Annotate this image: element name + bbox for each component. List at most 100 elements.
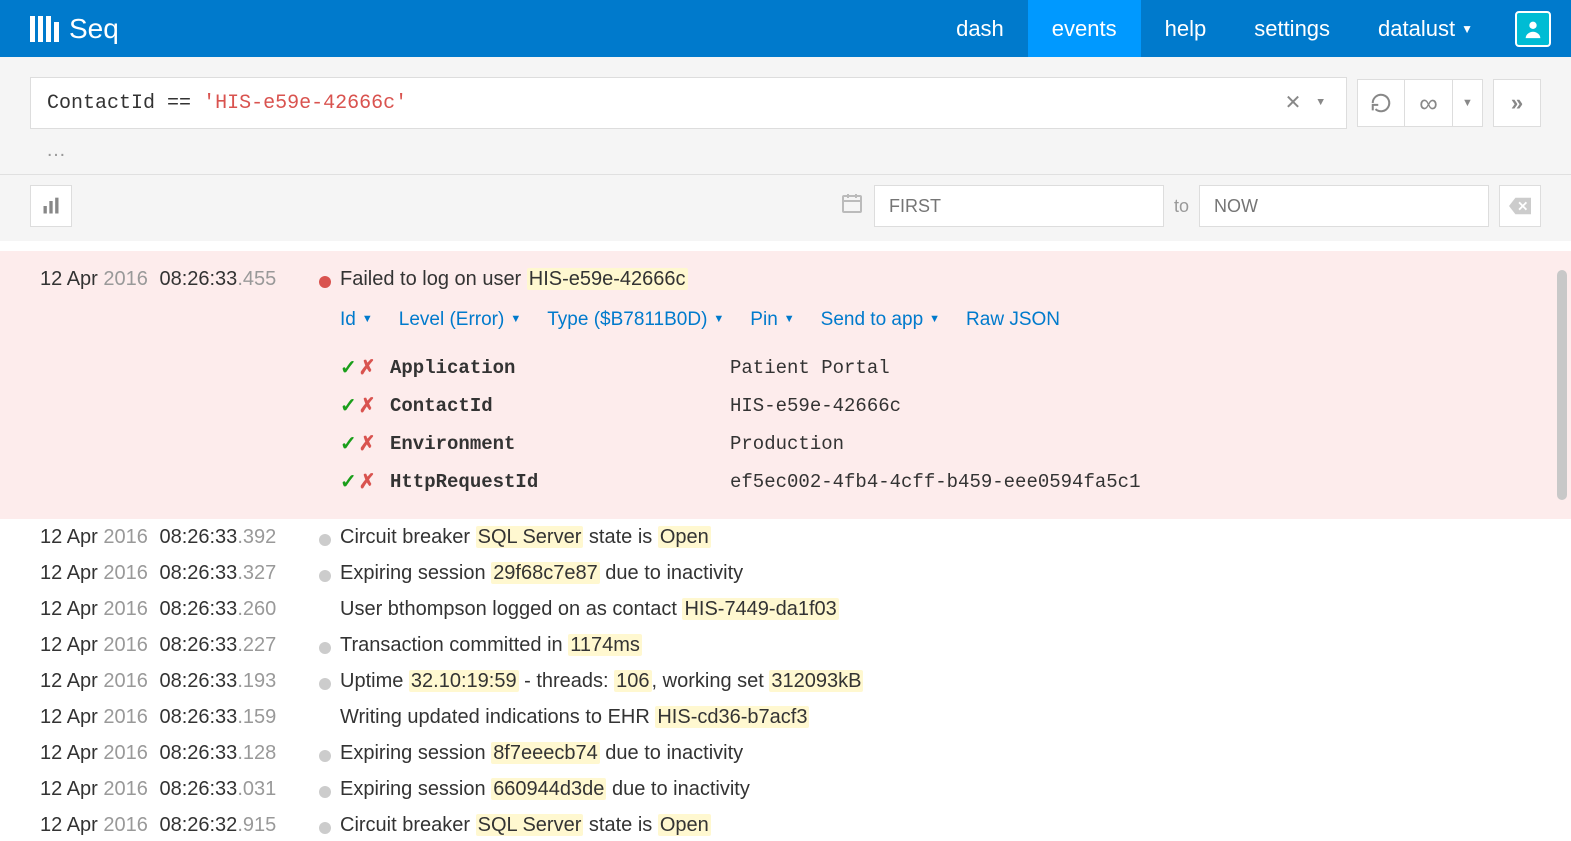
event-row[interactable]: 12 Apr 2016 08:26:33.327 Expiring session… xyxy=(0,555,1571,591)
event-timestamp: 12 Apr 2016 08:26:33.128 xyxy=(40,737,310,769)
property-row: ✓✗ EnvironmentProduction xyxy=(340,425,1541,463)
include-icon[interactable]: ✓ xyxy=(340,428,357,460)
event-row[interactable]: 12 Apr 2016 08:26:33.227 Transaction comm… xyxy=(0,627,1571,663)
property-name: Environment xyxy=(390,429,730,459)
exclude-icon[interactable]: ✗ xyxy=(359,466,376,498)
refresh-dropdown[interactable]: ▼ xyxy=(1453,79,1483,127)
main-nav: dasheventshelpsettingsdatalust▼ xyxy=(932,0,1551,57)
include-icon[interactable]: ✓ xyxy=(340,352,357,384)
range-to-label: to xyxy=(1174,196,1189,217)
property-name: HttpRequestId xyxy=(390,467,730,497)
property-value: HIS-e59e-42666c xyxy=(730,391,901,421)
event-level-dot xyxy=(310,809,340,841)
backspace-icon xyxy=(1509,197,1531,215)
property-name: Application xyxy=(390,353,730,383)
nav-settings[interactable]: settings xyxy=(1230,0,1354,57)
event-level-dot xyxy=(310,557,340,589)
brand-text: Seq xyxy=(69,13,119,45)
property-value: Production xyxy=(730,429,844,459)
event-level-dot xyxy=(310,593,340,625)
event-timestamp: 12 Apr 2016 08:26:33.327 xyxy=(40,557,310,589)
autorefresh-button[interactable]: ∞ xyxy=(1405,79,1453,127)
chevron-down-icon: ▼ xyxy=(929,311,940,329)
exclude-icon[interactable]: ✗ xyxy=(359,352,376,384)
event-timestamp: 12 Apr 2016 08:26:33.455 xyxy=(40,263,310,295)
event-level-dot xyxy=(310,263,340,295)
event-timestamp: 12 Apr 2016 08:26:33.227 xyxy=(40,629,310,661)
scrollbar[interactable] xyxy=(1557,270,1567,500)
include-icon[interactable]: ✓ xyxy=(340,390,357,422)
event-message: Circuit breaker SQL Server state is Open xyxy=(340,521,1541,553)
event-timestamp: 12 Apr 2016 08:26:33.260 xyxy=(40,593,310,625)
chevron-down-icon: ▼ xyxy=(1461,22,1473,36)
meta-level[interactable]: Level (Error)▼ xyxy=(399,305,521,335)
events-list: 12 Apr 2016 08:26:33.455 Failed to log o… xyxy=(0,241,1571,841)
event-level-dot xyxy=(310,701,340,733)
calendar-icon[interactable] xyxy=(840,191,864,222)
chevron-down-icon: ▼ xyxy=(510,311,521,329)
nav-events[interactable]: events xyxy=(1028,0,1141,57)
query-text: ContactId == 'HIS-e59e-42666c' xyxy=(47,92,407,115)
event-meta-bar: Id▼ Level (Error)▼ Type ($B7811B0D)▼ Pin… xyxy=(340,305,1541,335)
expand-panel-button[interactable]: » xyxy=(1493,79,1541,127)
chart-toggle-button[interactable] xyxy=(30,185,72,227)
query-dropdown-icon[interactable]: ▼ xyxy=(1311,97,1330,109)
range-to-input[interactable] xyxy=(1199,185,1489,227)
event-message: Expiring session 660944d3de due to inact… xyxy=(340,773,1541,805)
query-bar: ContactId == 'HIS-e59e-42666c' ✕ ▼ ∞ ▼ »… xyxy=(0,57,1571,175)
event-message: Uptime 32.10:19:59 - threads: 106, worki… xyxy=(340,665,1541,697)
event-row[interactable]: 12 Apr 2016 08:26:33.193 Uptime 32.10:19:… xyxy=(0,663,1571,699)
meta-raw-json[interactable]: Raw JSON xyxy=(966,305,1060,335)
meta-type[interactable]: Type ($B7811B0D)▼ xyxy=(547,305,724,335)
logo[interactable]: Seq xyxy=(30,13,119,45)
event-row[interactable]: 12 Apr 2016 08:26:32.915 Circuit breaker … xyxy=(0,807,1571,841)
logo-icon xyxy=(30,16,59,42)
infinity-icon: ∞ xyxy=(1419,88,1438,119)
chevrons-right-icon: » xyxy=(1511,90,1523,116)
refresh-button[interactable] xyxy=(1357,79,1405,127)
meta-id[interactable]: Id▼ xyxy=(340,305,373,335)
event-level-dot xyxy=(310,773,340,805)
event-row[interactable]: 12 Apr 2016 08:26:33.031 Expiring session… xyxy=(0,771,1571,807)
event-timestamp: 12 Apr 2016 08:26:33.193 xyxy=(40,665,310,697)
range-from-input[interactable] xyxy=(874,185,1164,227)
clear-query-icon[interactable]: ✕ xyxy=(1275,90,1312,116)
event-row-expanded[interactable]: 12 Apr 2016 08:26:33.455 Failed to log o… xyxy=(0,251,1571,519)
event-properties: ✓✗ApplicationPatient Portal✓✗ContactIdHI… xyxy=(340,349,1541,501)
event-row[interactable]: 12 Apr 2016 08:26:33.128Expiring session… xyxy=(0,735,1571,771)
include-icon[interactable]: ✓ xyxy=(340,466,357,498)
event-row[interactable]: 12 Apr 2016 08:26:33.159 Writing updated … xyxy=(0,699,1571,735)
property-row: ✓✗ ContactIdHIS-e59e-42666c xyxy=(340,387,1541,425)
nav-dash[interactable]: dash xyxy=(932,0,1028,57)
exclude-icon[interactable]: ✗ xyxy=(359,390,376,422)
nav-datalust[interactable]: datalust▼ xyxy=(1354,0,1497,57)
property-name: ContactId xyxy=(390,391,730,421)
event-timestamp: 12 Apr 2016 08:26:33.392 xyxy=(40,521,310,553)
event-message: User bthompson logged on as contact HIS-… xyxy=(340,593,1541,625)
event-message: Expiring session 29f68c7e87 due to inact… xyxy=(340,557,1541,589)
event-message: Transaction committed in 1174ms xyxy=(340,629,1541,661)
event-row[interactable]: 12 Apr 2016 08:26:33.260 User bthompson l… xyxy=(0,591,1571,627)
property-value: ef5ec002-4fb4-4cff-b459-eee0594fa5c1 xyxy=(730,467,1140,497)
event-row[interactable]: 12 Apr 2016 08:26:33.392 Circuit breaker … xyxy=(0,519,1571,555)
event-level-dot xyxy=(310,629,340,661)
event-timestamp: 12 Apr 2016 08:26:32.915 xyxy=(40,809,310,841)
query-input[interactable]: ContactId == 'HIS-e59e-42666c' ✕ ▼ xyxy=(30,77,1347,129)
meta-send[interactable]: Send to app▼ xyxy=(821,305,940,335)
user-avatar[interactable] xyxy=(1515,11,1551,47)
exclude-icon[interactable]: ✗ xyxy=(359,428,376,460)
more-filters[interactable]: … xyxy=(30,129,1541,162)
event-timestamp: 12 Apr 2016 08:26:33.159 xyxy=(40,701,310,733)
event-message: Failed to log on user HIS-e59e-42666c xyxy=(340,263,1541,295)
property-row: ✓✗ApplicationPatient Portal xyxy=(340,349,1541,387)
event-message: Circuit breaker SQL Server state is Open xyxy=(340,809,1541,841)
bar-chart-icon xyxy=(41,196,61,216)
nav-help[interactable]: help xyxy=(1141,0,1231,57)
refresh-icon xyxy=(1370,92,1392,114)
event-level-dot xyxy=(310,665,340,697)
event-level-dot xyxy=(310,521,340,553)
clear-range-button[interactable] xyxy=(1499,185,1541,227)
event-message: Writing updated indications to EHR HIS-c… xyxy=(340,701,1541,733)
meta-pin[interactable]: Pin▼ xyxy=(750,305,794,335)
event-timestamp: 12 Apr 2016 08:26:33.031 xyxy=(40,773,310,805)
